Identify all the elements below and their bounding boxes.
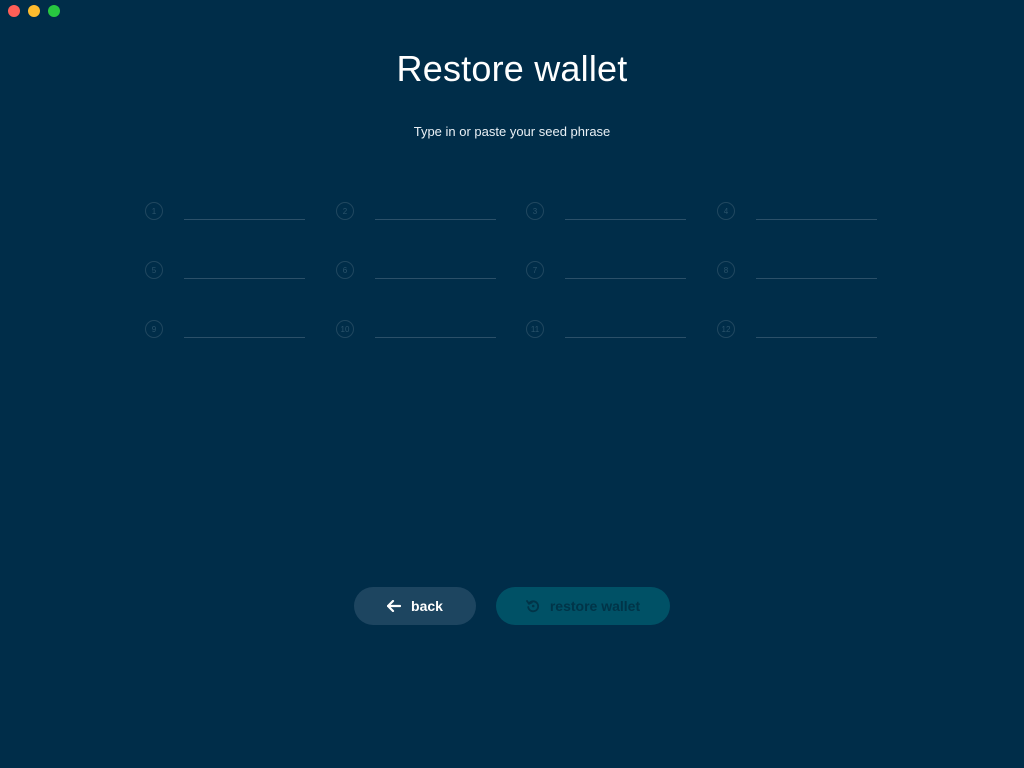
- seed-word-number: 8: [717, 261, 735, 279]
- seed-word-input-4[interactable]: [756, 197, 877, 220]
- seed-word-number: 7: [526, 261, 544, 279]
- seed-word-number: 2: [336, 202, 354, 220]
- seed-word-11: 11: [526, 314, 717, 338]
- page-title: Restore wallet: [396, 48, 628, 89]
- seed-word-number: 1: [145, 202, 163, 220]
- back-button-label: back: [411, 598, 443, 614]
- seed-word-6: 6: [336, 255, 526, 279]
- seed-word-input-12[interactable]: [756, 315, 877, 338]
- seed-word-5: 5: [145, 255, 336, 279]
- seed-phrase-grid: 1 2 3 4 5 6 7 8 9 10 11 12: [145, 196, 878, 338]
- seed-word-number: 9: [145, 320, 163, 338]
- restore-icon: [525, 599, 540, 613]
- seed-word-9: 9: [145, 314, 336, 338]
- close-window-button[interactable]: [8, 5, 20, 17]
- arrow-left-icon: [387, 600, 402, 612]
- seed-word-1: 1: [145, 196, 336, 220]
- restore-wallet-button[interactable]: restore wallet: [496, 587, 670, 625]
- back-button[interactable]: back: [354, 587, 476, 625]
- seed-word-number: 10: [336, 320, 354, 338]
- seed-word-number: 5: [145, 261, 163, 279]
- seed-word-8: 8: [717, 255, 878, 279]
- seed-word-4: 4: [717, 196, 878, 220]
- restore-wallet-window: Restore wallet Type in or paste your see…: [0, 0, 1024, 768]
- seed-word-input-3[interactable]: [565, 197, 686, 220]
- seed-word-number: 6: [336, 261, 354, 279]
- zoom-window-button[interactable]: [48, 5, 60, 17]
- seed-word-input-6[interactable]: [375, 256, 496, 279]
- seed-word-2: 2: [336, 196, 526, 220]
- seed-word-10: 10: [336, 314, 526, 338]
- seed-word-input-2[interactable]: [375, 197, 496, 220]
- seed-word-number: 3: [526, 202, 544, 220]
- seed-word-input-1[interactable]: [184, 197, 305, 220]
- seed-word-input-11[interactable]: [565, 315, 686, 338]
- seed-word-12: 12: [717, 314, 878, 338]
- window-controls: [8, 5, 60, 17]
- minimize-window-button[interactable]: [28, 5, 40, 17]
- seed-word-input-8[interactable]: [756, 256, 877, 279]
- seed-word-number: 12: [717, 320, 735, 338]
- seed-word-input-7[interactable]: [565, 256, 686, 279]
- seed-word-7: 7: [526, 255, 717, 279]
- seed-word-number: 4: [717, 202, 735, 220]
- seed-word-3: 3: [526, 196, 717, 220]
- seed-word-input-5[interactable]: [184, 256, 305, 279]
- restore-wallet-button-label: restore wallet: [549, 598, 641, 614]
- seed-word-input-9[interactable]: [184, 315, 305, 338]
- page-subtitle: Type in or paste your seed phrase: [413, 124, 611, 139]
- seed-word-number: 11: [526, 320, 544, 338]
- seed-word-input-10[interactable]: [375, 315, 496, 338]
